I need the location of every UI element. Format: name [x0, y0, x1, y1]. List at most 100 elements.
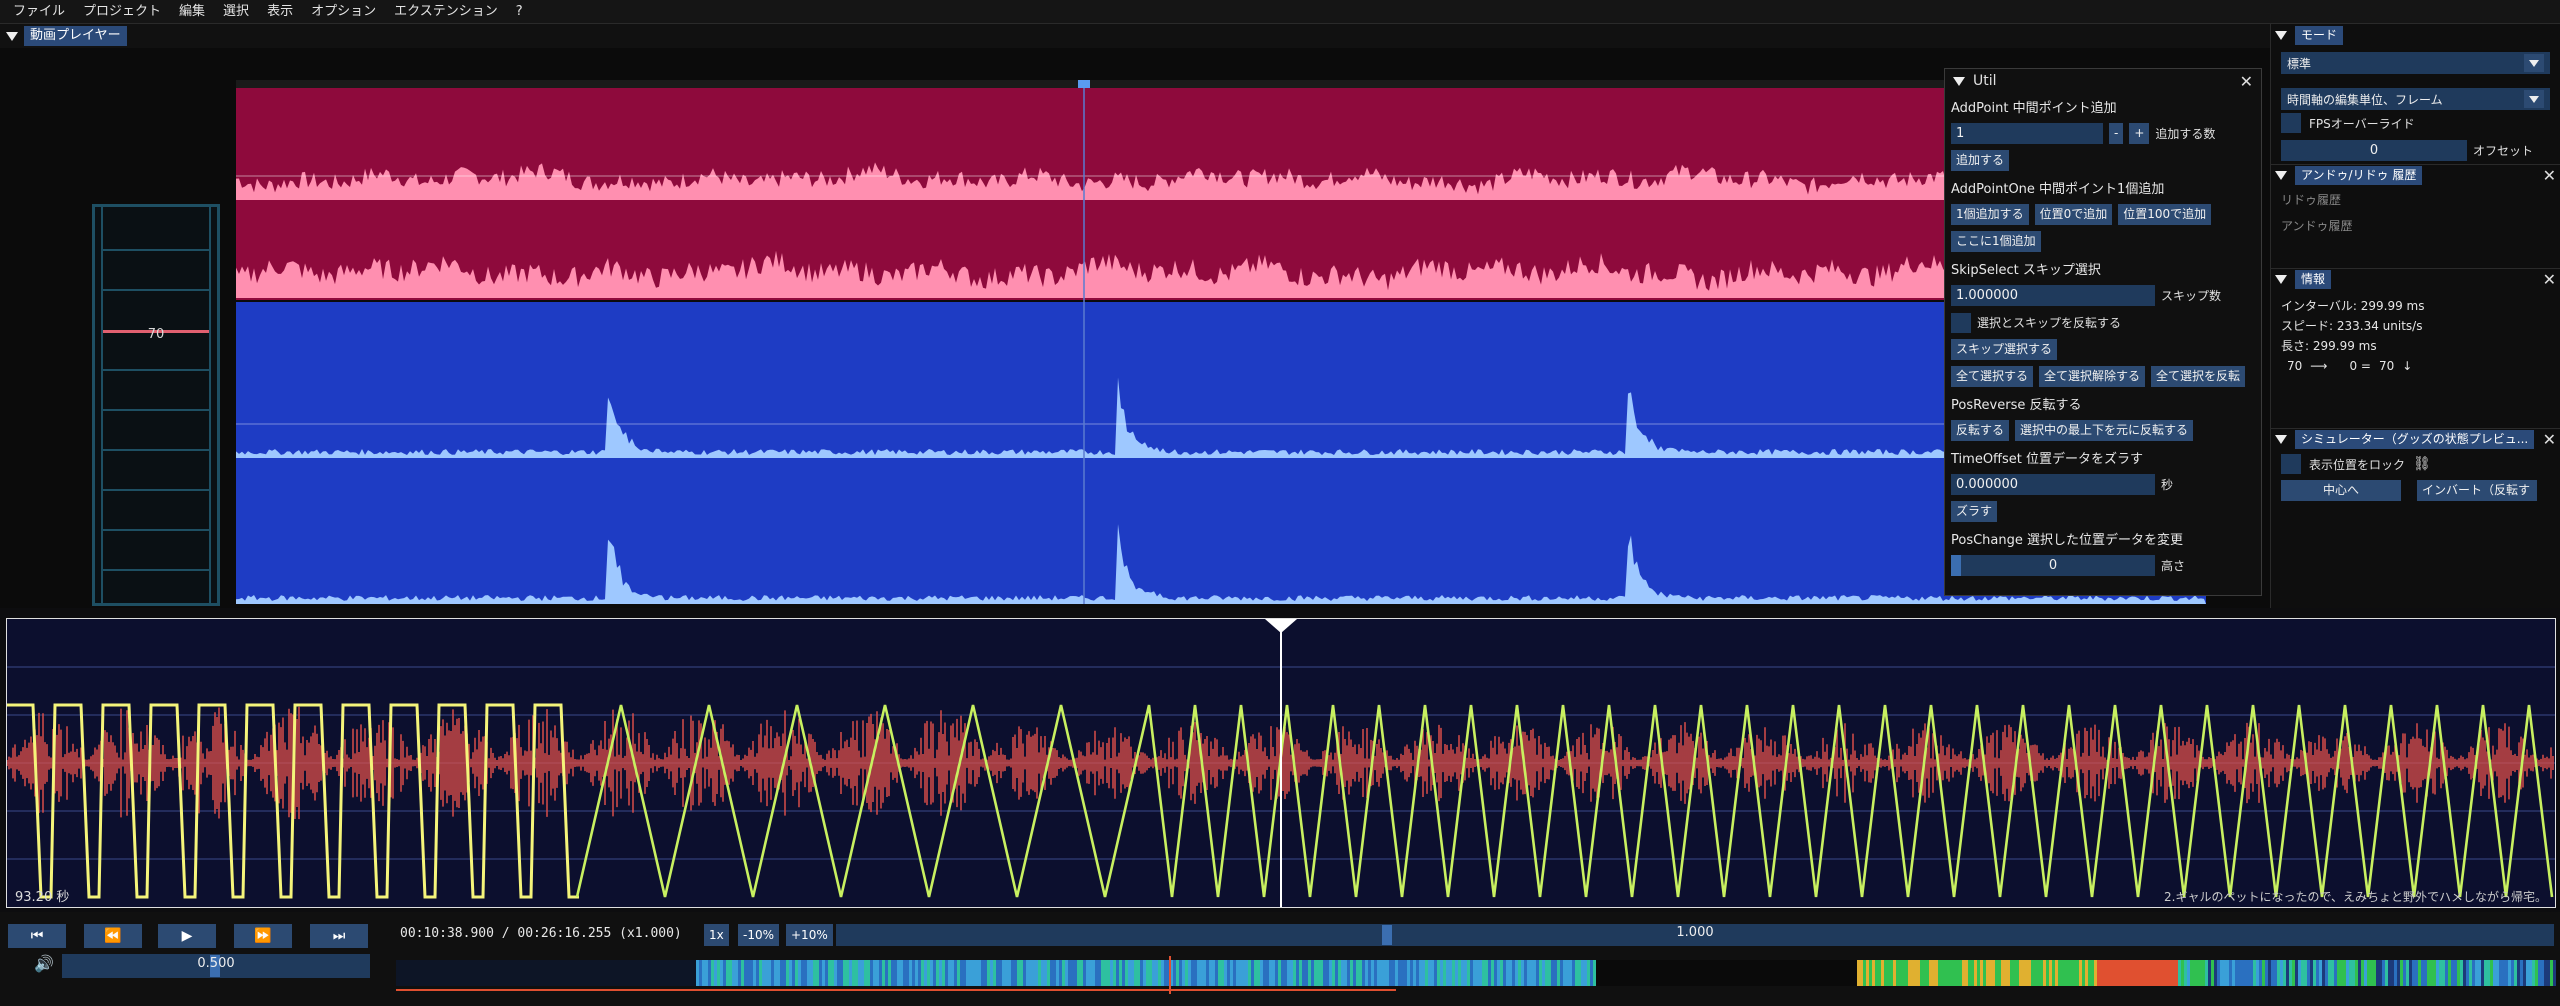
heat-cell	[2451, 960, 2454, 986]
redo-history-label: リドゥ履歴	[2281, 193, 2342, 207]
reverse-selected-button[interactable]: 選択中の最上下を元に反転する	[2015, 420, 2194, 441]
fps-override-checkbox[interactable]	[2281, 113, 2301, 133]
heat-cell	[2490, 960, 2493, 986]
invert-skip-checkbox[interactable]	[1951, 312, 1971, 333]
addpoint-count-input[interactable]: 1	[1951, 123, 2103, 144]
close-icon[interactable]: ✕	[2240, 72, 2253, 91]
mode-select[interactable]: 標準	[2281, 52, 2550, 74]
tab-video-player[interactable]: 動画プレイヤー	[24, 26, 127, 46]
waveform-panel[interactable]	[236, 80, 2206, 604]
rewind-button[interactable]: ⏪	[84, 924, 142, 948]
heat-cell	[2205, 960, 2208, 986]
arrow-right-icon: ⟶	[2310, 359, 2328, 373]
shift-button[interactable]: ズラす	[1951, 501, 1998, 522]
collapse-icon[interactable]	[2275, 275, 2287, 284]
mode-header: モード	[2271, 24, 2560, 46]
collapse-icon[interactable]	[2275, 435, 2287, 444]
heat-cell	[2319, 960, 2322, 986]
heat-cell	[1437, 960, 1440, 986]
skip-to-start-button[interactable]: ⏮	[8, 924, 66, 948]
speed-plus-button[interactable]: +10%	[786, 924, 833, 946]
heat-cell	[1122, 960, 1125, 986]
heatmap-seekbar[interactable]	[396, 956, 2556, 994]
height-slider[interactable]: 0	[1951, 555, 2155, 576]
collapse-icon[interactable]	[2275, 171, 2287, 180]
heat-cell	[2394, 960, 2397, 986]
select-all-button[interactable]: 全て選択する	[1951, 366, 2034, 387]
time-offset-input[interactable]: 0.000000	[1951, 474, 2155, 495]
heat-cell	[585, 960, 588, 986]
close-icon[interactable]: ✕	[2543, 430, 2556, 449]
heat-cell	[1239, 960, 1242, 986]
menu-help[interactable]: ?	[507, 0, 532, 24]
heat-cell	[939, 960, 942, 986]
heat-cell	[1728, 960, 1731, 986]
invert-button[interactable]: インバート（反転す	[2417, 480, 2537, 501]
heat-cell	[738, 960, 741, 986]
skip-count-input[interactable]: 1.000000	[1951, 285, 2155, 306]
heat-cell	[438, 960, 441, 986]
heat-cell	[1512, 960, 1515, 986]
volume-icon[interactable]: 🔊	[34, 954, 54, 973]
reverse-button[interactable]: 反転する	[1951, 420, 2010, 441]
menu-extensions[interactable]: エクステンション	[385, 0, 507, 24]
heat-cell	[426, 960, 429, 986]
addpoint-button[interactable]: 追加する	[1951, 150, 2010, 171]
speed-slider[interactable]: 1.000	[836, 924, 2554, 946]
heat-cell	[1947, 960, 1950, 986]
heat-cell	[2517, 960, 2520, 986]
collapse-icon[interactable]	[1953, 76, 1965, 86]
close-icon[interactable]: ✕	[2543, 270, 2556, 289]
collapse-icon[interactable]	[6, 31, 18, 41]
deselect-all-button[interactable]: 全て選択解除する	[2039, 366, 2146, 387]
center-button[interactable]: 中心へ	[2281, 480, 2401, 501]
timeunit-select[interactable]: 時間軸の編集単位、フレーム	[2281, 88, 2550, 110]
lock-position-checkbox[interactable]	[2281, 454, 2301, 474]
play-button[interactable]: ▶	[158, 924, 216, 948]
heat-cell	[1083, 960, 1086, 986]
heat-cell	[1752, 960, 1755, 986]
heat-cell	[2262, 960, 2265, 986]
add-at-100-button[interactable]: 位置100で追加	[2118, 204, 2212, 225]
volume-slider[interactable]: 0.500	[62, 954, 370, 978]
heat-cell	[1800, 960, 1803, 986]
fast-forward-button[interactable]: ⏩	[234, 924, 292, 948]
tab-info[interactable]: 情報	[2295, 270, 2332, 289]
heat-cell	[1476, 960, 1479, 986]
invert-selection-button[interactable]: 全て選択を反転	[2151, 366, 2246, 387]
heat-cell	[2079, 960, 2082, 986]
menu-project[interactable]: プロジェクト	[74, 0, 170, 24]
offset-input[interactable]: 0	[2281, 139, 2467, 161]
menu-file[interactable]: ファイル	[4, 0, 74, 24]
heat-cell	[2142, 960, 2145, 986]
close-icon[interactable]: ✕	[2543, 166, 2556, 185]
menu-view[interactable]: 表示	[258, 0, 302, 24]
heat-cell	[534, 960, 537, 986]
script-timeline[interactable]: 93.20 秒 2.ギャルのペットになったので、えみちょと野外でハメしながら帰宅…	[6, 618, 2556, 908]
menu-edit[interactable]: 編集	[170, 0, 214, 24]
heat-cell	[2268, 960, 2271, 986]
heat-cell	[1761, 960, 1764, 986]
heat-cell	[2133, 960, 2136, 986]
speed-1x-button[interactable]: 1x	[704, 924, 729, 946]
menu-options[interactable]: オプション	[302, 0, 385, 24]
increment-button[interactable]: +	[2129, 123, 2150, 144]
heat-cell	[2220, 960, 2223, 986]
tab-mode[interactable]: モード	[2295, 25, 2344, 45]
heat-cell	[597, 960, 600, 986]
util-title: Util	[1973, 73, 1997, 89]
add-one-button[interactable]: 1個追加する	[1951, 204, 2029, 225]
skip-to-end-button[interactable]: ⏭	[310, 924, 368, 948]
collapse-icon[interactable]	[2275, 30, 2287, 40]
speed-minus-button[interactable]: -10%	[738, 924, 780, 946]
tab-undo-history[interactable]: アンドゥ/リドゥ 履歴	[2295, 166, 2423, 185]
add-at-0-button[interactable]: 位置0で追加	[2034, 204, 2113, 225]
tab-simulator[interactable]: シミュレーター（グッズの状態プレビュ...	[2295, 430, 2535, 449]
skip-select-button[interactable]: スキップ選択する	[1951, 339, 2058, 360]
heat-cell	[1998, 960, 2001, 986]
menu-select[interactable]: 選択	[214, 0, 258, 24]
heat-cell	[1344, 960, 1347, 986]
decrement-button[interactable]: -	[2109, 123, 2124, 144]
add-here-button[interactable]: ここに1個追加	[1951, 231, 2041, 252]
heat-cell	[489, 960, 492, 986]
